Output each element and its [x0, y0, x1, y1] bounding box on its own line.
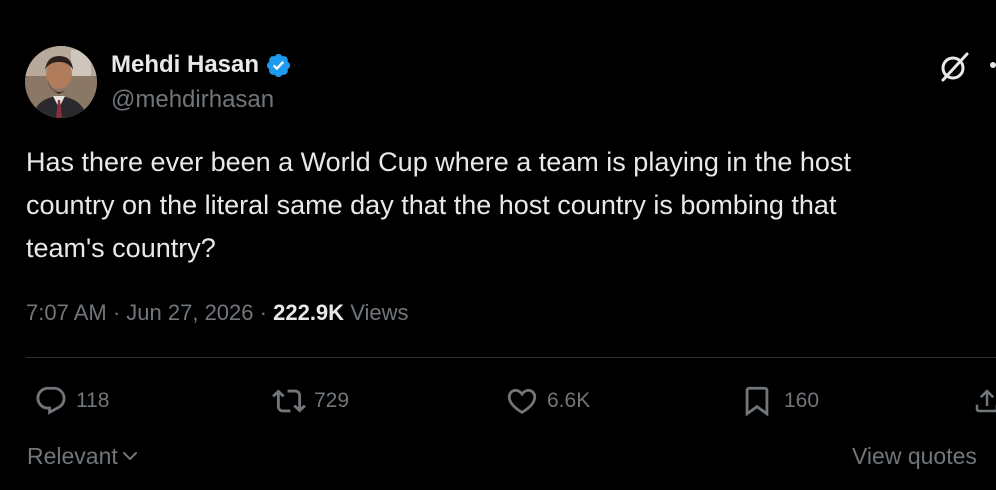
- author-name-row[interactable]: Mehdi Hasan: [111, 50, 292, 80]
- heart-icon: [507, 388, 537, 414]
- repost-count: 729: [314, 389, 350, 412]
- like-count: 6.6K: [547, 389, 591, 412]
- sort-dropdown[interactable]: Relevant: [27, 440, 140, 472]
- bookmark-icon: [745, 386, 769, 417]
- reply-count: 118: [76, 389, 110, 412]
- views-count: 222.9K: [273, 300, 345, 325]
- tweet-time[interactable]: 7:07 AM: [26, 300, 107, 325]
- view-quotes-link[interactable]: View quotes: [852, 440, 977, 472]
- tweet-detail: Mehdi Hasan @mehdirhasan Has there ever …: [0, 0, 996, 490]
- meta-separator: ·: [259, 300, 267, 325]
- bookmark-count: 160: [784, 389, 820, 412]
- author-handle[interactable]: @mehdirhasan: [111, 85, 274, 115]
- divider: [26, 357, 996, 358]
- tweet-date[interactable]: Jun 27, 2026: [126, 300, 253, 325]
- verified-badge-icon[interactable]: [265, 52, 292, 79]
- avatar[interactable]: [25, 46, 97, 118]
- like-button[interactable]: 6.6K: [505, 384, 590, 418]
- views-label: Views: [350, 300, 409, 325]
- repost-button[interactable]: 729: [270, 384, 349, 418]
- more-options-icon[interactable]: [986, 52, 996, 78]
- repost-icon: [272, 389, 306, 413]
- meta-separator: ·: [112, 300, 121, 325]
- reply-button[interactable]: 118: [34, 384, 109, 418]
- share-icon[interactable]: [972, 386, 996, 416]
- avatar-image: [25, 46, 97, 118]
- tweet-meta: 7:07 AM · Jun 27, 2026 · 222.9K Views: [26, 297, 408, 329]
- chevron-down-icon: [122, 452, 137, 460]
- author-display-name[interactable]: Mehdi Hasan: [111, 50, 259, 80]
- grok-icon[interactable]: [937, 50, 971, 84]
- sort-label: Relevant: [27, 443, 118, 469]
- tweet-text: Has there ever been a World Cup where a …: [26, 147, 851, 263]
- reply-icon: [36, 386, 66, 415]
- bookmark-button[interactable]: 160: [740, 384, 819, 418]
